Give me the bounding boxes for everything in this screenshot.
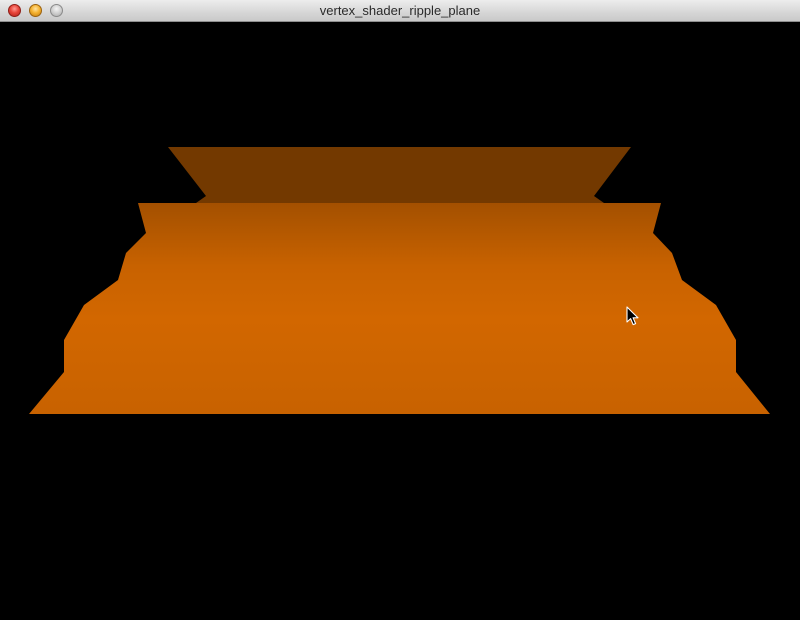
- app-window: vertex_shader_ripple_plane: [0, 0, 800, 620]
- plane-back-strip: [168, 147, 631, 203]
- plane-front-surface: [29, 203, 770, 414]
- render-viewport[interactable]: [0, 22, 800, 620]
- ripple-plane-scene: [29, 147, 770, 414]
- window-title: vertex_shader_ripple_plane: [319, 3, 481, 18]
- title-bar[interactable]: vertex_shader_ripple_plane: [0, 0, 800, 22]
